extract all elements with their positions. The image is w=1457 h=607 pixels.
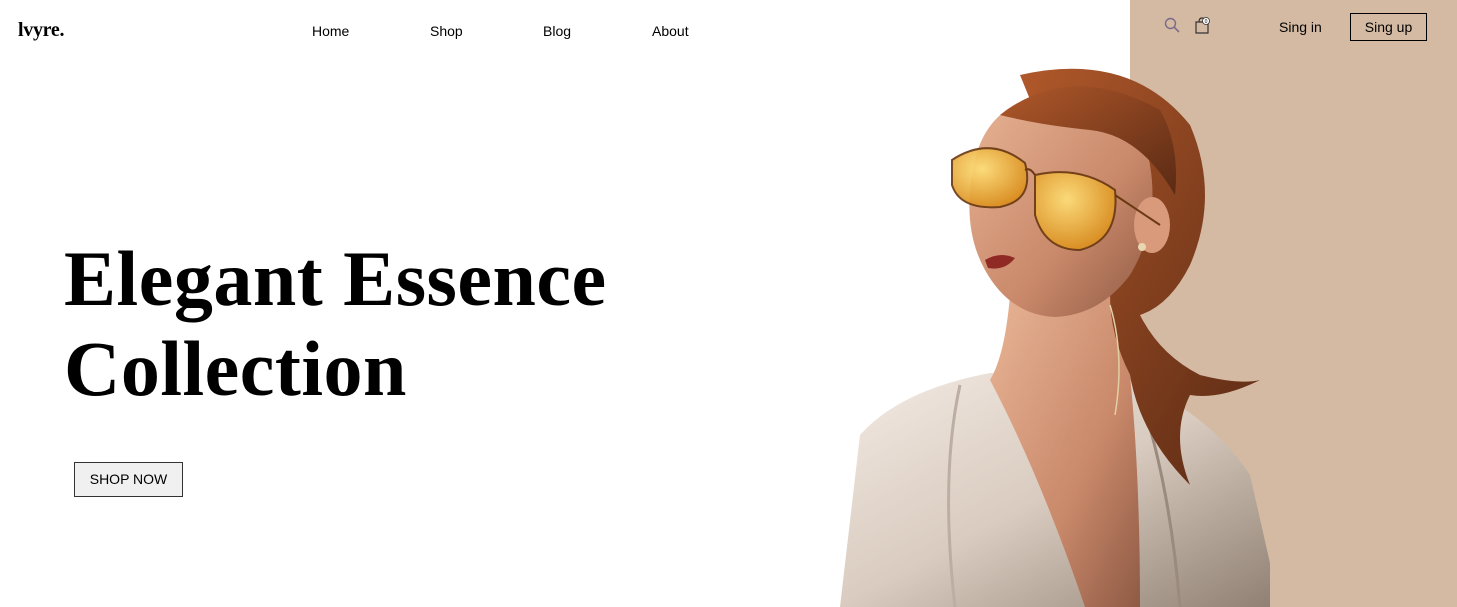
hero-title: Elegant Essence Collection (64, 234, 684, 414)
brand-logo[interactable]: lvyre. (18, 19, 64, 42)
nav-item-about[interactable]: About (652, 23, 689, 39)
hero-model-image (840, 68, 1270, 607)
hero-title-line-2: Collection (64, 325, 407, 412)
search-icon[interactable] (1164, 17, 1180, 33)
sign-in-link[interactable]: Sing in (1279, 19, 1322, 35)
nav-item-shop[interactable]: Shop (430, 23, 463, 39)
hero-title-line-1: Elegant Essence (64, 235, 607, 322)
sign-up-button[interactable]: Sing up (1350, 13, 1427, 41)
nav-item-blog[interactable]: Blog (543, 23, 571, 39)
shop-now-button[interactable]: SHOP NOW (74, 462, 183, 497)
cart-count-badge: 0 (1205, 19, 1208, 25)
shopping-bag-icon[interactable]: 0 (1194, 16, 1210, 34)
nav-item-home[interactable]: Home (312, 23, 349, 39)
